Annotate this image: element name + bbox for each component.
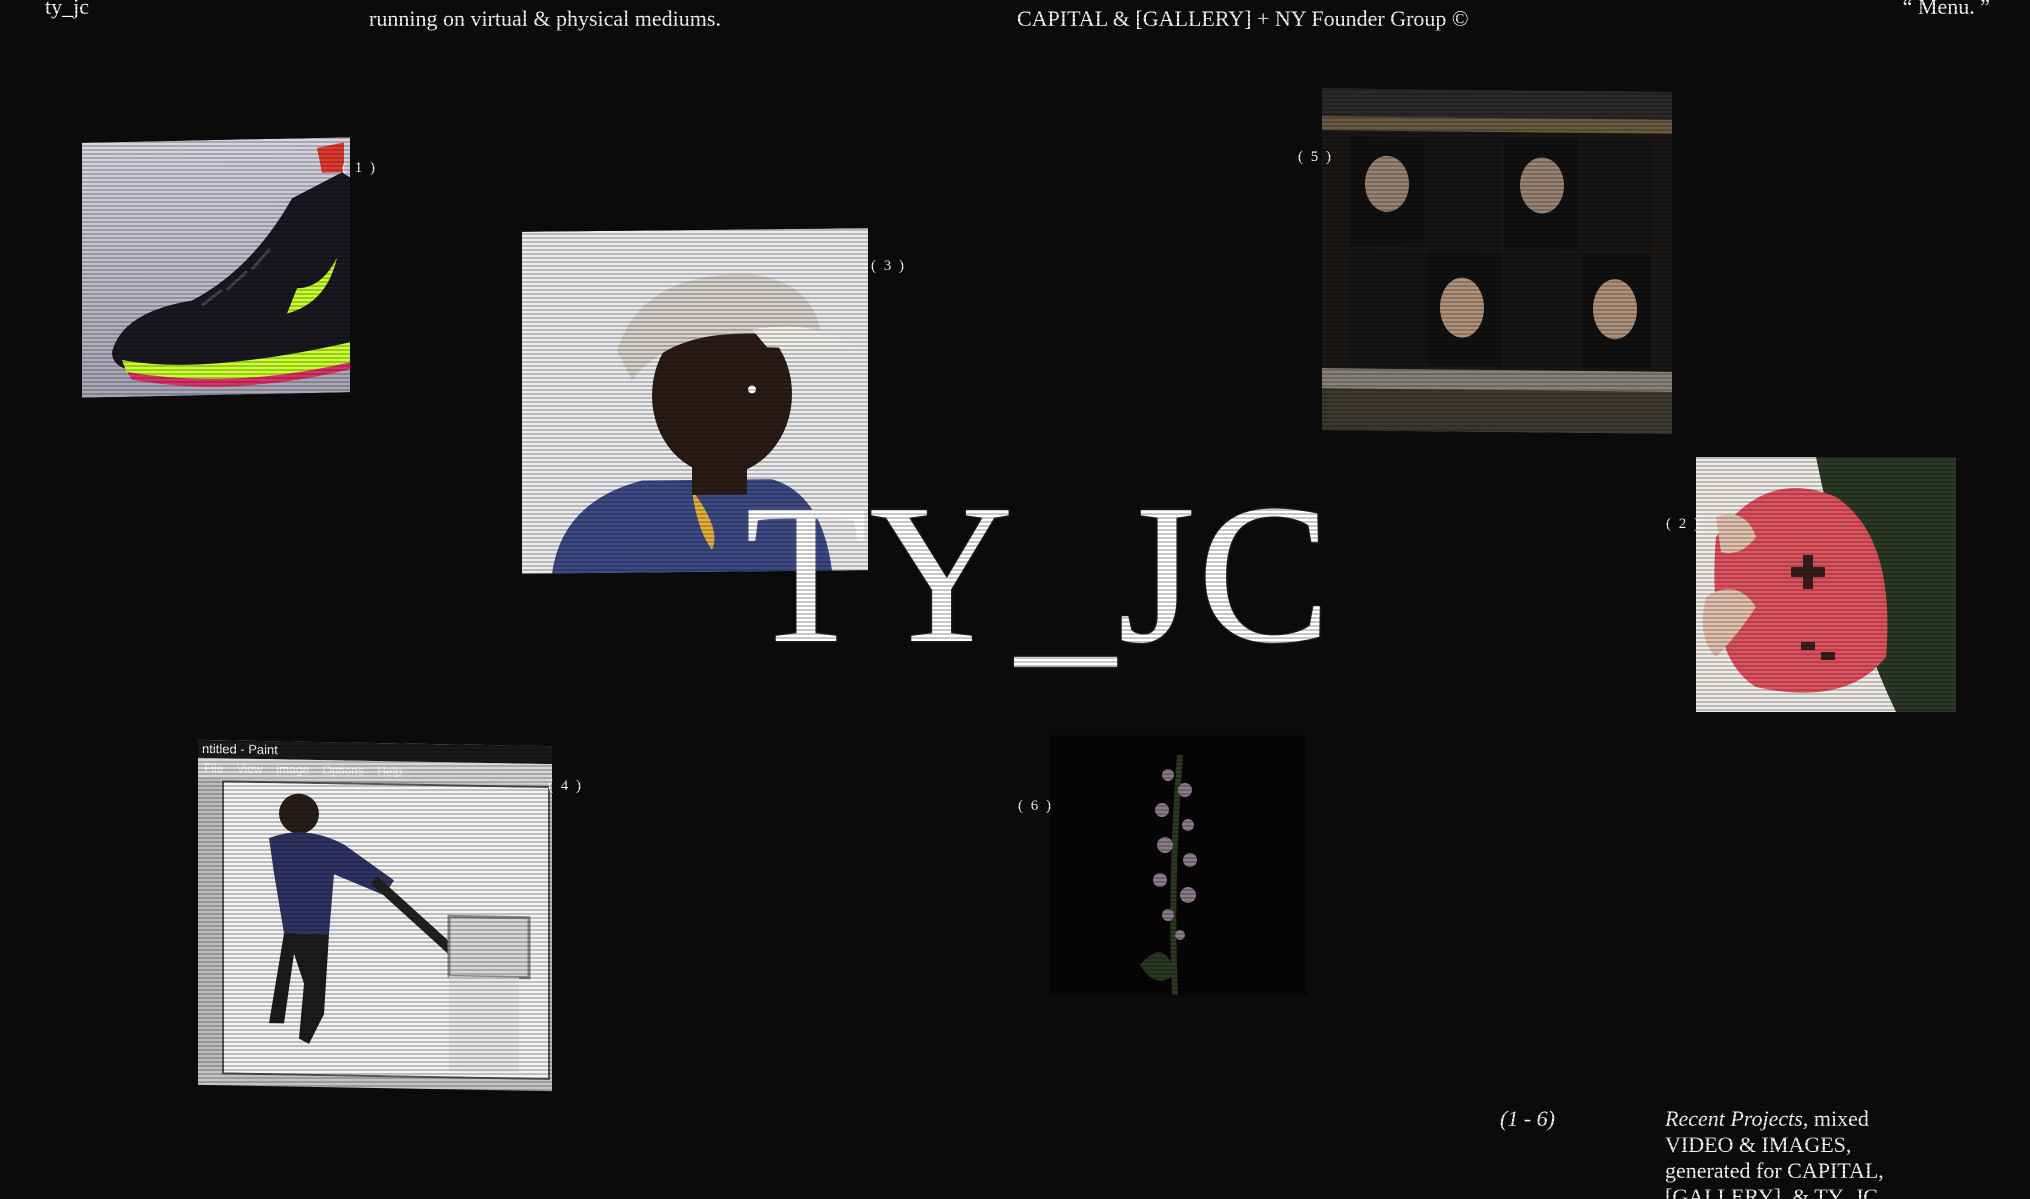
paint-menu-help[interactable]: Help <box>377 764 402 778</box>
project-number-4: ( 4 ) <box>548 778 583 794</box>
paint-menu-image[interactable]: Image <box>276 762 309 777</box>
header-description: running on virtual & physical mediums. <box>369 6 721 31</box>
project-tile-6[interactable] <box>1050 735 1307 995</box>
paint-menu-options[interactable]: Options <box>323 763 364 778</box>
brand-link[interactable]: ty_jc <box>45 0 89 20</box>
paint-menu-view[interactable]: View <box>237 762 263 776</box>
flowers-image <box>1050 735 1307 995</box>
project-number-1: ( 1 ) <box>342 160 377 176</box>
recent-projects-title: Recent Projects <box>1665 1106 1803 1131</box>
project-number-3: ( 3 ) <box>871 258 906 274</box>
sneaker-image <box>82 137 350 398</box>
hero-title: TY_JC <box>745 464 1333 685</box>
project-counter: (1 - 6) <box>1500 1106 1555 1131</box>
paint-photo <box>224 782 548 1079</box>
project-number-5: ( 5 ) <box>1298 149 1333 165</box>
project-number-2: ( 2 ) <box>1666 516 1701 532</box>
project-tile-1[interactable] <box>82 137 350 398</box>
menu-button[interactable]: “ Menu. ” <box>1903 0 1990 20</box>
project-number-6: ( 6 ) <box>1018 798 1053 814</box>
paint-canvas <box>222 780 550 1081</box>
recent-projects-caption: Recent Projects, mixed VIDEO & IMAGES, g… <box>1665 1106 1935 1199</box>
project-tile-4[interactable]: ntitled - Paint File View Image Options … <box>198 739 552 1092</box>
controller-image <box>1696 457 1956 712</box>
paint-toolbox <box>198 777 220 1069</box>
project-tile-5[interactable] <box>1322 88 1672 434</box>
paint-menu-file[interactable]: File <box>204 761 223 775</box>
header-credit: CAPITAL & [GALLERY] + NY Founder Group © <box>1017 6 1469 31</box>
project-tile-2[interactable] <box>1696 457 1956 712</box>
landing-page: ty_jc running on virtual & physical medi… <box>0 0 2030 1199</box>
posters-image <box>1322 88 1672 434</box>
